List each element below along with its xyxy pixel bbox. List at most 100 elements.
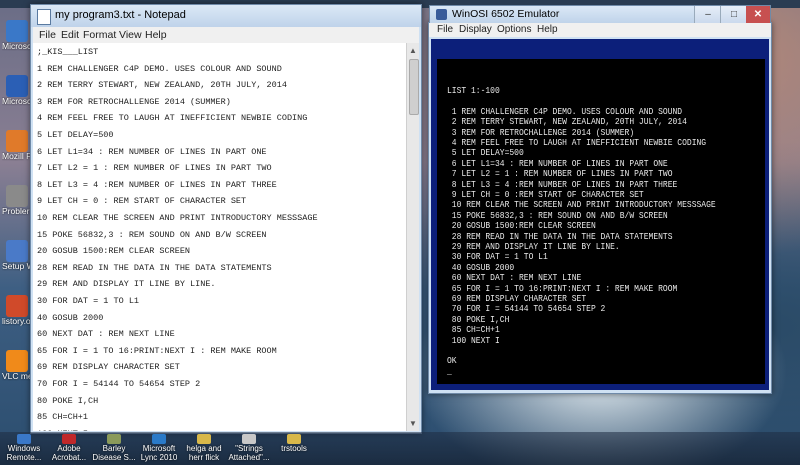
menu-file[interactable]: File: [437, 24, 453, 35]
emulator-output-line: 30 FOR DAT = 1 TO L1: [447, 251, 548, 263]
outlook-icon: [6, 20, 28, 42]
notepad-text-line: 69 REM DISPLAY CHARACTER SET: [37, 362, 180, 373]
taskbar-item-label: Windows Remote...: [6, 444, 42, 462]
setup-icon: [6, 240, 28, 262]
emulator-titlebar[interactable]: WinOSI 6502 Emulator – □ ✕: [429, 5, 771, 24]
emulator-output-line: 1 REM CHALLENGER C4P DEMO. USES COLOUR A…: [447, 105, 683, 117]
desktop-icon-label: Microsc Outlo: [2, 42, 32, 51]
menu-format[interactable]: Format: [83, 29, 116, 41]
notepad-text-line: 80 POKE I,CH: [37, 395, 99, 406]
close-icon: ✕: [753, 9, 763, 20]
notepad-text-line: 4 REM FEEL FREE TO LAUGH AT INEFFICIENT …: [37, 113, 308, 124]
minimize-icon: –: [705, 9, 711, 20]
notepad-text-line: 5 LET DELAY=500: [37, 130, 114, 140]
emulator-output-line: 8 LET L3 = 4 :REM NUMBER OF LINES IN PAR…: [447, 178, 678, 190]
emulator-window[interactable]: WinOSI 6502 Emulator – □ ✕ File Display …: [428, 5, 772, 394]
scroll-thumb[interactable]: [409, 59, 419, 115]
desktop-icon[interactable]: Microsc Word: [2, 75, 32, 106]
emulator-output-line: 10 REM CLEAR THE SCREEN AND PRINT INTROD…: [447, 199, 716, 211]
close-button[interactable]: ✕: [746, 6, 770, 24]
notepad-titlebar[interactable]: my program3.txt - Notepad: [31, 5, 421, 27]
taskbar-item[interactable]: Adobe Acrobat...: [47, 434, 91, 462]
menu-file[interactable]: File: [39, 29, 56, 41]
desktop-icon[interactable]: Probler Steps R: [2, 185, 32, 216]
emulator-output-line: OK: [447, 355, 457, 367]
taskbar-item[interactable]: Windows Remote...: [2, 434, 46, 462]
taskbar-item[interactable]: Barley Disease S...: [92, 434, 136, 462]
taskbar: Windows Remote... Adobe Acrobat... Barley …: [0, 432, 800, 465]
emulator-border: LIST 1:-100 1 REM CHALLENGER C4P DEMO. U…: [431, 39, 769, 390]
amiga-icon: [6, 295, 28, 317]
taskbar-item-label: Adobe Acrobat...: [51, 444, 87, 462]
emulator-output-line: 69 REM DISPLAY CHARACTER SET: [447, 293, 587, 304]
menu-display[interactable]: Display: [459, 24, 492, 35]
notepad-text-area[interactable]: ;_KIS___LIST 1 REM CHALLENGER C4P DEMO. U…: [33, 43, 407, 431]
document-icon: [242, 434, 256, 444]
notepad-text-line: 7 LET L2 = 1 : REM NUMBER OF LINES IN PA…: [37, 163, 272, 174]
taskbar-item[interactable]: "Strings Attached"...: [227, 434, 271, 462]
maximize-button[interactable]: □: [720, 6, 747, 24]
desktop-icon[interactable]: Setup Windo: [2, 240, 32, 271]
taskbar-item-label: Microsoft Lync 2010: [140, 444, 178, 462]
menu-edit[interactable]: Edit: [61, 29, 79, 41]
emulator-output-line: 65 FOR I = 1 TO 16:PRINT:NEXT I : REM MA…: [447, 282, 678, 294]
notepad-text-line: 29 REM AND DISPLAY IT LINE BY LINE.: [37, 279, 216, 290]
notepad-text-line: 65 FOR I = 1 TO 16:PRINT:NEXT I : REM MA…: [37, 345, 277, 356]
emulator-screen[interactable]: LIST 1:-100 1 REM CHALLENGER C4P DEMO. U…: [437, 59, 765, 384]
notepad-text-line: 10 REM CLEAR THE SCREEN AND PRINT INTROD…: [37, 213, 318, 223]
emulator-output-line: 3 REM FOR RETROCHALLENGE 2014 (SUMMER): [447, 126, 635, 138]
emulator-output-line: 20 GOSUB 1500:REM CLEAR SCREEN: [447, 220, 596, 232]
notepad-scrollbar[interactable]: ▲ ▼: [406, 43, 419, 431]
notepad-text-line: 1 REM CHALLENGER C4P DEMO. USES COLOUR A…: [37, 63, 282, 74]
scroll-up-arrow-icon[interactable]: ▲: [409, 46, 417, 55]
desktop-icon-label: Setup Windo: [2, 262, 32, 271]
word-icon: [6, 75, 28, 97]
notepad-title: my program3.txt - Notepad: [55, 9, 186, 21]
menu-view[interactable]: View: [119, 29, 142, 41]
emulator-title: WinOSI 6502 Emulator: [452, 8, 560, 20]
menu-help[interactable]: Help: [145, 29, 167, 41]
emulator-output-line: 15 POKE 56832,3 : REM SOUND ON AND B/W S…: [447, 209, 668, 221]
taskbar-item-label: "Strings Attached"...: [228, 444, 270, 462]
vlc-icon: [6, 350, 28, 372]
emulator-output-line: 9 LET CH = 0 :REM START OF CHARACTER SET: [447, 189, 644, 200]
taskbar-item-label: Barley Disease S...: [92, 444, 136, 462]
notepad-text-line: ;_KIS___LIST: [37, 47, 99, 57]
emulator-output-line: 4 REM FEEL FREE TO LAUGH AT INEFFICIENT …: [447, 137, 707, 148]
notepad-text-line: 70 FOR I = 54144 TO 54654 STEP 2: [37, 379, 201, 389]
scroll-down-arrow-icon[interactable]: ▼: [409, 419, 417, 428]
notepad-text-line: 15 POKE 56832,3 : REM SOUND ON AND B/W S…: [37, 229, 267, 240]
notepad-text-line: 28 REM READ IN THE DATA IN THE DATA STAT…: [37, 262, 272, 273]
desktop-icon-label: Mozill Firefo: [2, 152, 32, 161]
desktop-icon[interactable]: Microsc Outlo: [2, 20, 32, 51]
folder-icon: [287, 434, 301, 444]
emulator-output-line: 100 NEXT I: [447, 334, 500, 346]
notepad-text-line: 20 GOSUB 1500:REM CLEAR SCREEN: [37, 246, 191, 257]
emulator-output-line: 85 CH=CH+1: [447, 324, 500, 336]
notepad-text-line: 8 LET L3 = 4 :REM NUMBER OF LINES IN PAR…: [37, 179, 277, 190]
taskbar-item[interactable]: trstools: [272, 434, 316, 453]
notepad-text-line: 30 FOR DAT = 1 TO L1: [37, 296, 140, 306]
desktop-icon-label: Microsc Word: [2, 97, 32, 106]
notepad-window[interactable]: my program3.txt - Notepad File Edit Form…: [30, 4, 422, 434]
notepad-text-line: 3 REM FOR RETROCHALLENGE 2014 (SUMMER): [37, 96, 231, 107]
emulator-output-line: 2 REM TERRY STEWART, NEW ZEALAND, 20TH J…: [447, 116, 687, 128]
taskbar-item[interactable]: Microsoft Lync 2010: [137, 434, 181, 462]
taskbar-item[interactable]: helga and herr flick: [182, 434, 226, 462]
emulator-output-line: 70 FOR I = 54144 TO 54654 STEP 2: [447, 303, 606, 315]
emulator-output-line: 40 GOSUB 2000: [447, 261, 515, 273]
desktop-icon[interactable]: listory.ol Amiga (Ki: [2, 295, 32, 326]
notepad-text-line: 2 REM TERRY STEWART, NEW ZEALAND, 20TH J…: [37, 80, 287, 91]
minimize-button[interactable]: –: [694, 6, 721, 24]
desktop-icon[interactable]: VLC me player: [2, 350, 32, 381]
emulator-menubar: File Display Options Help: [429, 23, 771, 37]
notepad-text-line: 85 CH=CH+1: [37, 412, 89, 423]
desktop-icon-label: VLC me player: [2, 372, 32, 381]
menu-help[interactable]: Help: [537, 24, 558, 35]
notepad-text-line: 6 LET L1=34 : REM NUMBER OF LINES IN PAR…: [37, 146, 267, 157]
emulator-output-line: 6 LET L1=34 : REM NUMBER OF LINES IN PAR…: [447, 157, 668, 169]
document-icon: [107, 434, 121, 444]
desktop-icon[interactable]: Mozill Firefo: [2, 130, 32, 161]
desktop-icon-label: listory.ol Amiga (Ki: [2, 317, 32, 326]
menu-options[interactable]: Options: [497, 24, 531, 35]
